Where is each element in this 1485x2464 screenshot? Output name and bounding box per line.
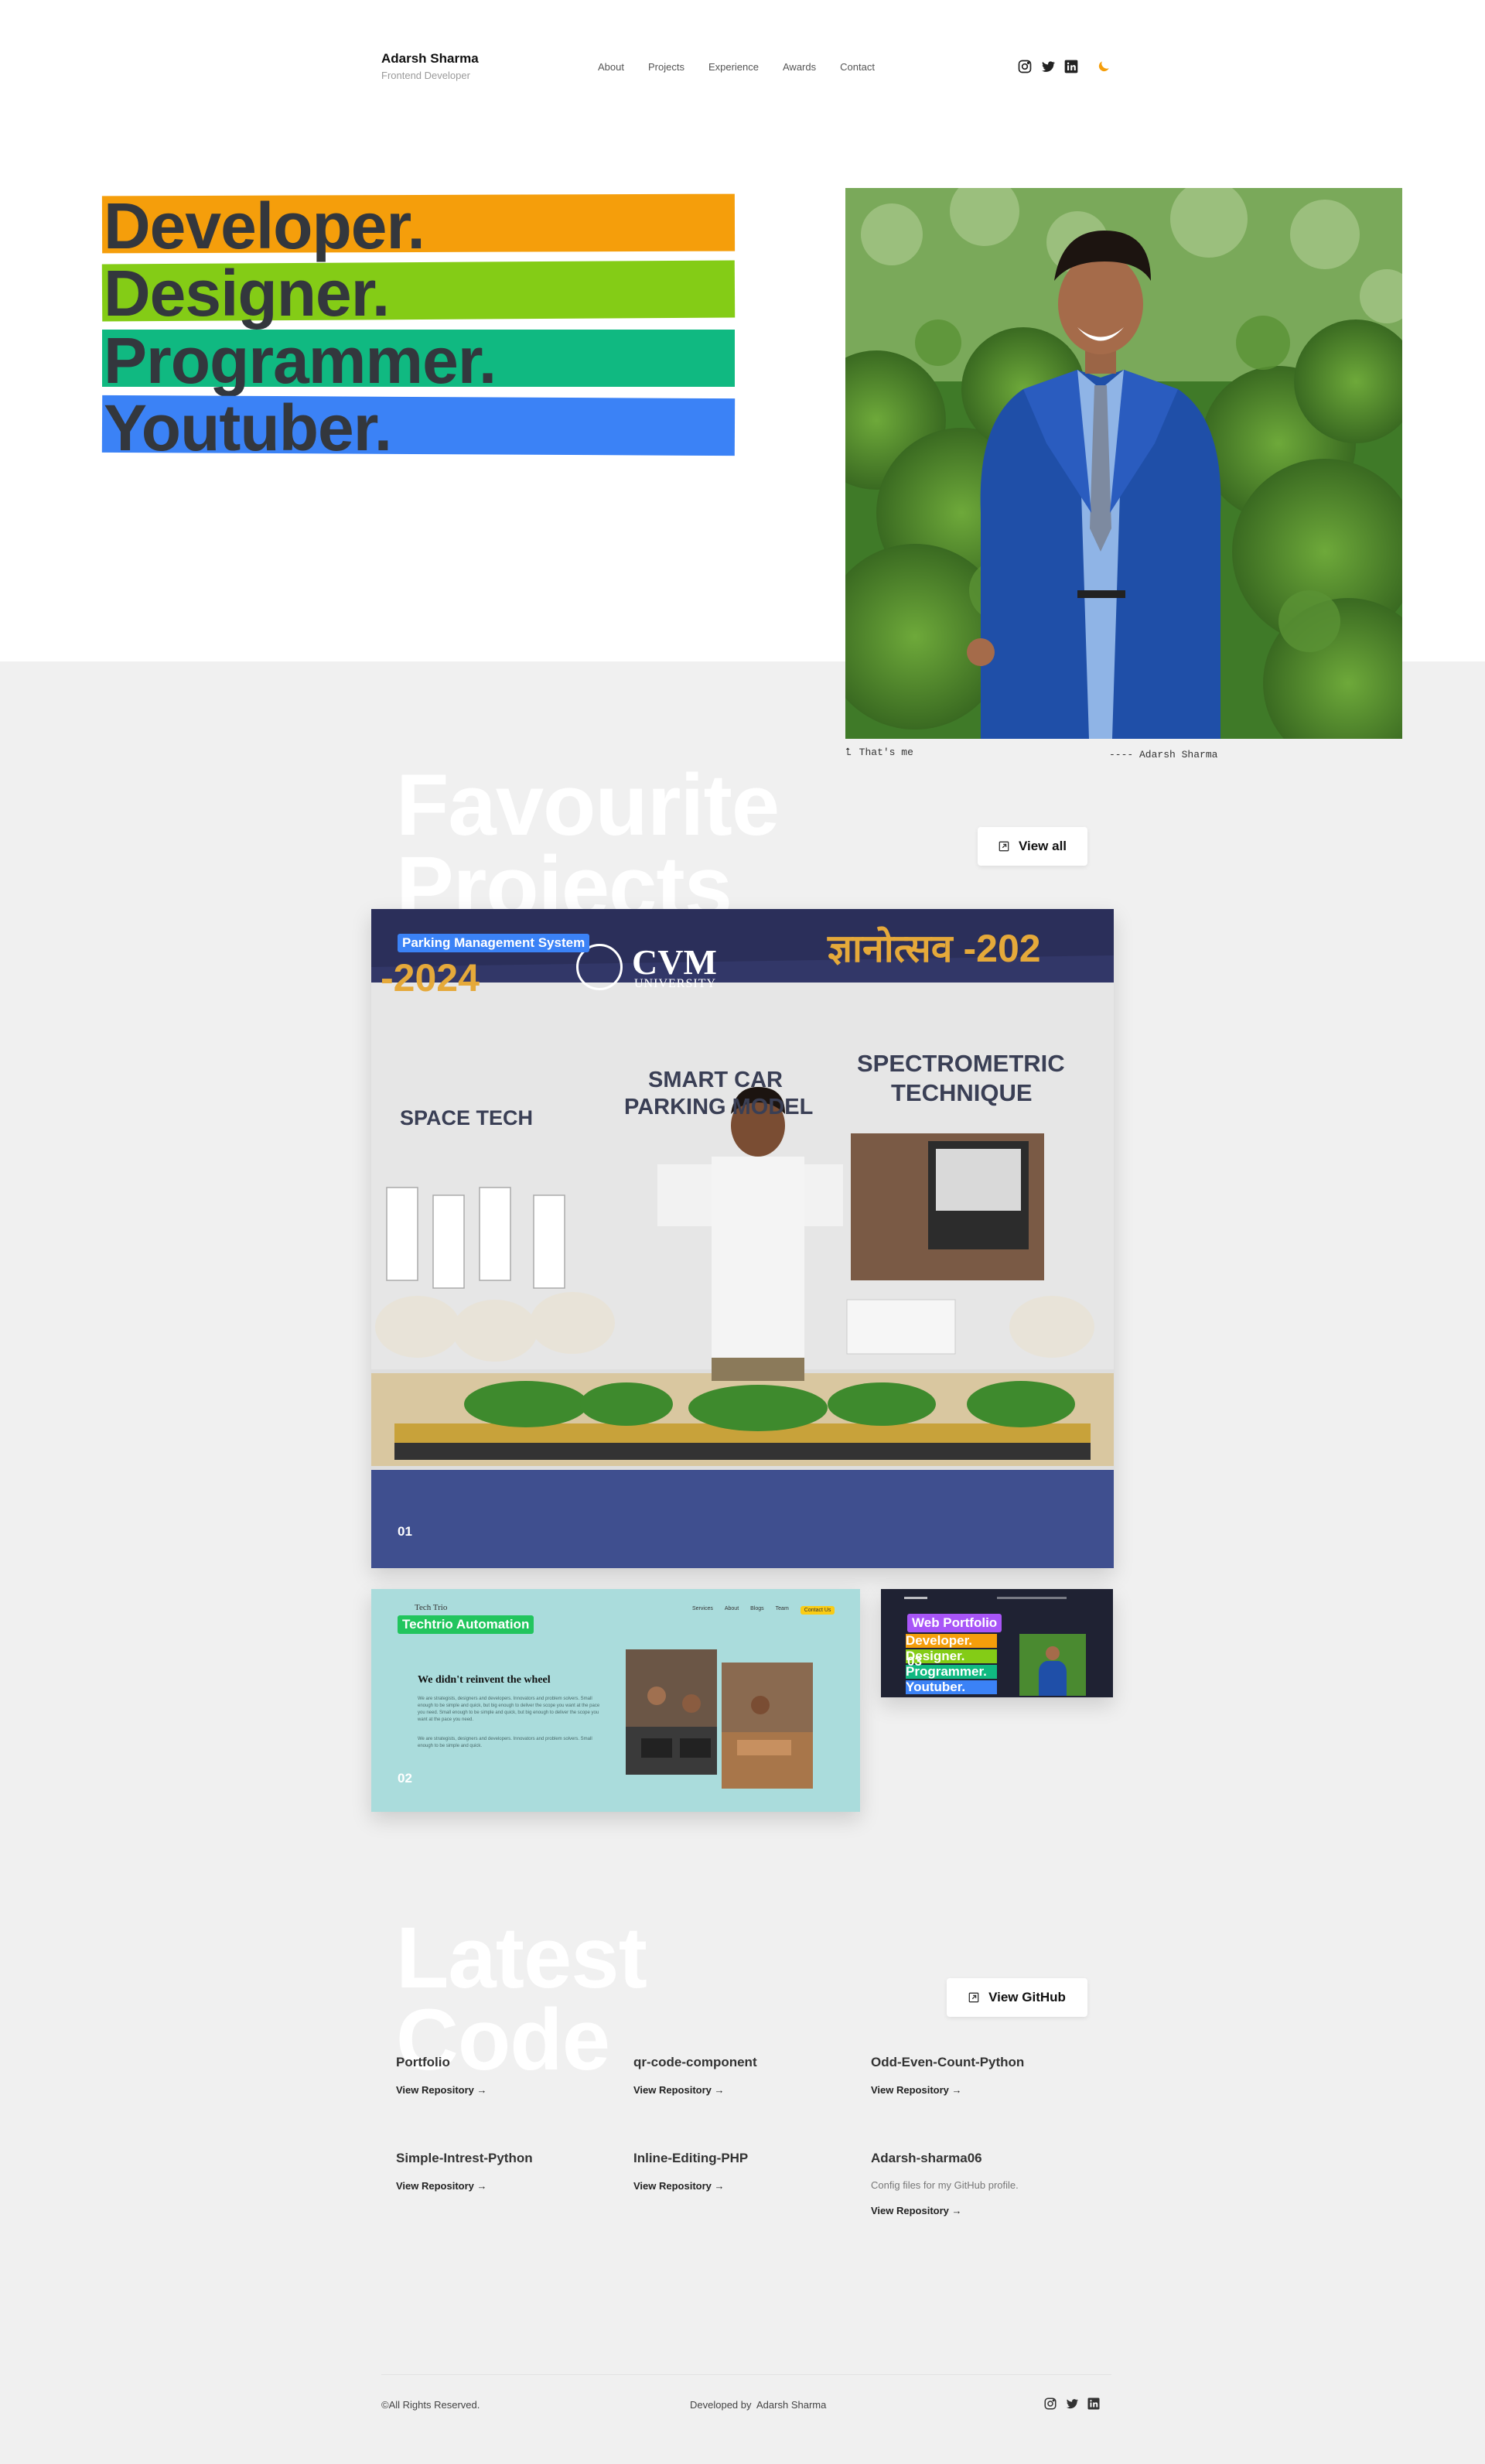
repo-card: Inline-Editing-PHP View Repository → (633, 2151, 865, 2192)
developer-credit: Developed by Adarsh Sharma (690, 2399, 826, 2411)
project-number: 03 (907, 1654, 922, 1669)
repo-name[interactable]: qr-code-component (633, 2055, 865, 2070)
hero-word: Programmer. (104, 324, 497, 397)
hero-line-programmer: Programmer. (101, 328, 736, 393)
view-all-label: View all (1018, 839, 1067, 853)
view-repository-link[interactable]: View Repository → (633, 2180, 865, 2192)
booth-label-spectrometric: SPECTROMETRIC (857, 1050, 1065, 1077)
project-card-portfolio[interactable]: Web Portfolio Developer. Designer. Progr… (881, 1589, 1113, 1697)
project-tag: Parking Management System (398, 934, 590, 952)
view-repository-link[interactable]: View Repository → (396, 2180, 628, 2192)
techtrio-nav: Services About Blogs Team Contact Us (692, 1606, 835, 1615)
projects-title-line1: Favourite (396, 757, 780, 853)
repo-card: qr-code-component View Repository → (633, 2055, 865, 2096)
photo-signature: ---- Adarsh Sharma (1109, 749, 1218, 760)
view-repository-link[interactable]: View Repository → (871, 2205, 1103, 2216)
techtrio-nav-item: Team (775, 1606, 789, 1611)
hero-word: Youtuber. (104, 391, 392, 464)
brand-name[interactable]: Adarsh Sharma (381, 51, 479, 67)
external-link-icon (968, 1992, 979, 2003)
nav-experience[interactable]: Experience (708, 61, 759, 73)
repo-name[interactable]: Portfolio (396, 2055, 628, 2070)
project-card-techtrio[interactable]: Tech Trio Services About Blogs Team Cont… (371, 1589, 860, 1812)
hero-line-developer: Developer. (101, 193, 736, 258)
booth-label-space-tech: SPACE TECH (400, 1106, 534, 1129)
techtrio-paragraph: We are strategists, designers and develo… (418, 1737, 592, 1748)
repo-name[interactable]: Odd-Even-Count-Python (871, 2055, 1103, 2070)
header-social (1017, 59, 1111, 74)
view-all-button[interactable]: View all (978, 827, 1087, 866)
techtrio-heading: We didn't reinvent the wheel (418, 1674, 551, 1686)
project-tag: Techtrio Automation (398, 1615, 534, 1634)
view-repository-link[interactable]: View Repository → (396, 2084, 628, 2096)
hero-word: Designer. (104, 257, 390, 330)
external-link-icon (999, 841, 1009, 852)
nav-contact[interactable]: Contact (840, 61, 875, 73)
techtrio-logo: Tech Trio (415, 1603, 448, 1612)
project-card-parking[interactable]: -2024 CVM UNIVERSITY ज्ञानोत्सव -202 SPA… (371, 909, 1114, 1568)
repo-card: Adarsh-sharma06 Config files for my GitH… (871, 2151, 1103, 2216)
main-nav: About Projects Experience Awards Contact (598, 61, 899, 73)
techtrio-nav-item: About (724, 1606, 739, 1611)
site-header: Adarsh Sharma Frontend Developer About P… (381, 51, 1111, 90)
techtrio-cta: Contact Us (800, 1606, 835, 1615)
project-number: 01 (398, 1524, 412, 1539)
arrow-up-left-icon: ⮤ (845, 747, 852, 758)
moon-icon[interactable] (1096, 59, 1111, 74)
project-number: 02 (398, 1771, 412, 1786)
linkedin-icon[interactable] (1087, 2397, 1101, 2411)
repo-description: Config files for my GitHub profile. (871, 2179, 1019, 2191)
profile-photo (845, 188, 1402, 739)
booth-label-parking-model: PARKING MODEL (624, 1095, 814, 1119)
brand-role: Frontend Developer (381, 70, 470, 81)
linkedin-icon[interactable] (1063, 59, 1079, 74)
instagram-icon[interactable] (1017, 59, 1033, 74)
footer-divider (381, 2374, 1111, 2375)
repo-name[interactable]: Inline-Editing-PHP (633, 2151, 865, 2166)
mini-hero-line: Youtuber. (906, 1680, 997, 1694)
repo-card: Simple-Intrest-Python View Repository → (396, 2151, 628, 2192)
view-repository-link[interactable]: View Repository → (871, 2084, 1103, 2096)
twitter-icon[interactable] (1065, 2397, 1079, 2411)
instagram-icon[interactable] (1043, 2397, 1057, 2411)
footer-social (1043, 2397, 1101, 2411)
techtrio-photo (722, 1663, 813, 1789)
techtrio-paragraph: We are strategists, designers and develo… (418, 1697, 600, 1722)
techtrio-nav-item: Services (692, 1606, 713, 1611)
developed-by-label: Developed by (690, 2399, 752, 2411)
developer-name[interactable]: Adarsh Sharma (756, 2399, 826, 2411)
mini-brand (904, 1597, 927, 1599)
techtrio-photo (626, 1649, 717, 1775)
hero-word: Developer. (104, 190, 425, 262)
nav-projects[interactable]: Projects (648, 61, 684, 73)
mini-nav (997, 1597, 1067, 1599)
hero-line-youtuber: Youtuber. (101, 395, 736, 460)
photo-caption: ⮤ That's me (845, 747, 913, 758)
nav-awards[interactable]: Awards (783, 61, 816, 73)
view-github-button[interactable]: View GitHub (947, 1978, 1087, 2017)
repo-name[interactable]: Simple-Intrest-Python (396, 2151, 628, 2166)
booth-label-technique: TECHNIQUE (891, 1079, 1033, 1106)
banner-festival: ज्ञानोत्सव -202 (828, 927, 1041, 970)
twitter-icon[interactable] (1040, 59, 1056, 74)
hero-headline: Developer. Designer. Programmer. Youtube… (101, 193, 736, 463)
banner-year: -2024 (381, 956, 480, 1000)
mini-profile-photo (1019, 1634, 1086, 1696)
view-github-label: View GitHub (988, 1990, 1066, 2004)
project-tag: Web Portfolio (907, 1614, 1002, 1632)
repo-card: Portfolio View Repository → (396, 2055, 628, 2096)
repo-name[interactable]: Adarsh-sharma06 (871, 2151, 1103, 2166)
copyright: ©All Rights Reserved. (381, 2399, 480, 2411)
techtrio-nav-item: Blogs (750, 1606, 764, 1611)
mini-hero-line: Developer. (906, 1634, 997, 1648)
code-title-line1: Latest (396, 1909, 647, 2006)
hero-line-designer: Designer. (101, 260, 736, 326)
repo-card: Odd-Even-Count-Python View Repository → (871, 2055, 1103, 2096)
view-repository-link[interactable]: View Repository → (633, 2084, 865, 2096)
banner-university-sub: UNIVERSITY (634, 977, 716, 990)
booth-label-smart-car: SMART CAR (648, 1068, 783, 1092)
nav-about[interactable]: About (598, 61, 624, 73)
